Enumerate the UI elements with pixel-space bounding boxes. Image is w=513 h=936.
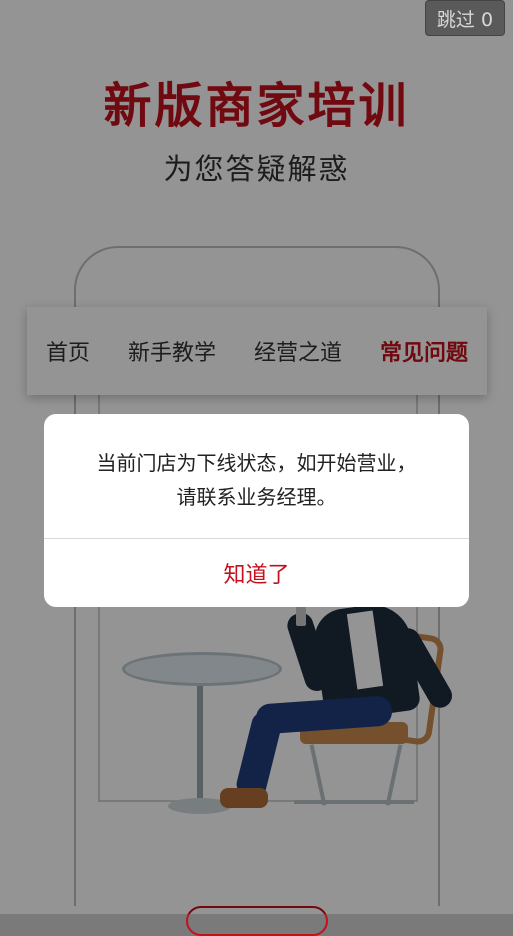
dialog-message: 当前门店为下线状态，如开始营业， 请联系业务经理。 bbox=[64, 446, 449, 514]
alert-dialog: 当前门店为下线状态，如开始营业， 请联系业务经理。 知道了 bbox=[44, 414, 469, 607]
skip-countdown-button[interactable]: 跳过 0 bbox=[425, 0, 505, 36]
dialog-confirm-button[interactable]: 知道了 bbox=[44, 539, 469, 607]
dialog-message-line1: 当前门店为下线状态，如开始营业， bbox=[96, 451, 417, 475]
dialog-message-line2: 请联系业务经理。 bbox=[176, 485, 337, 509]
